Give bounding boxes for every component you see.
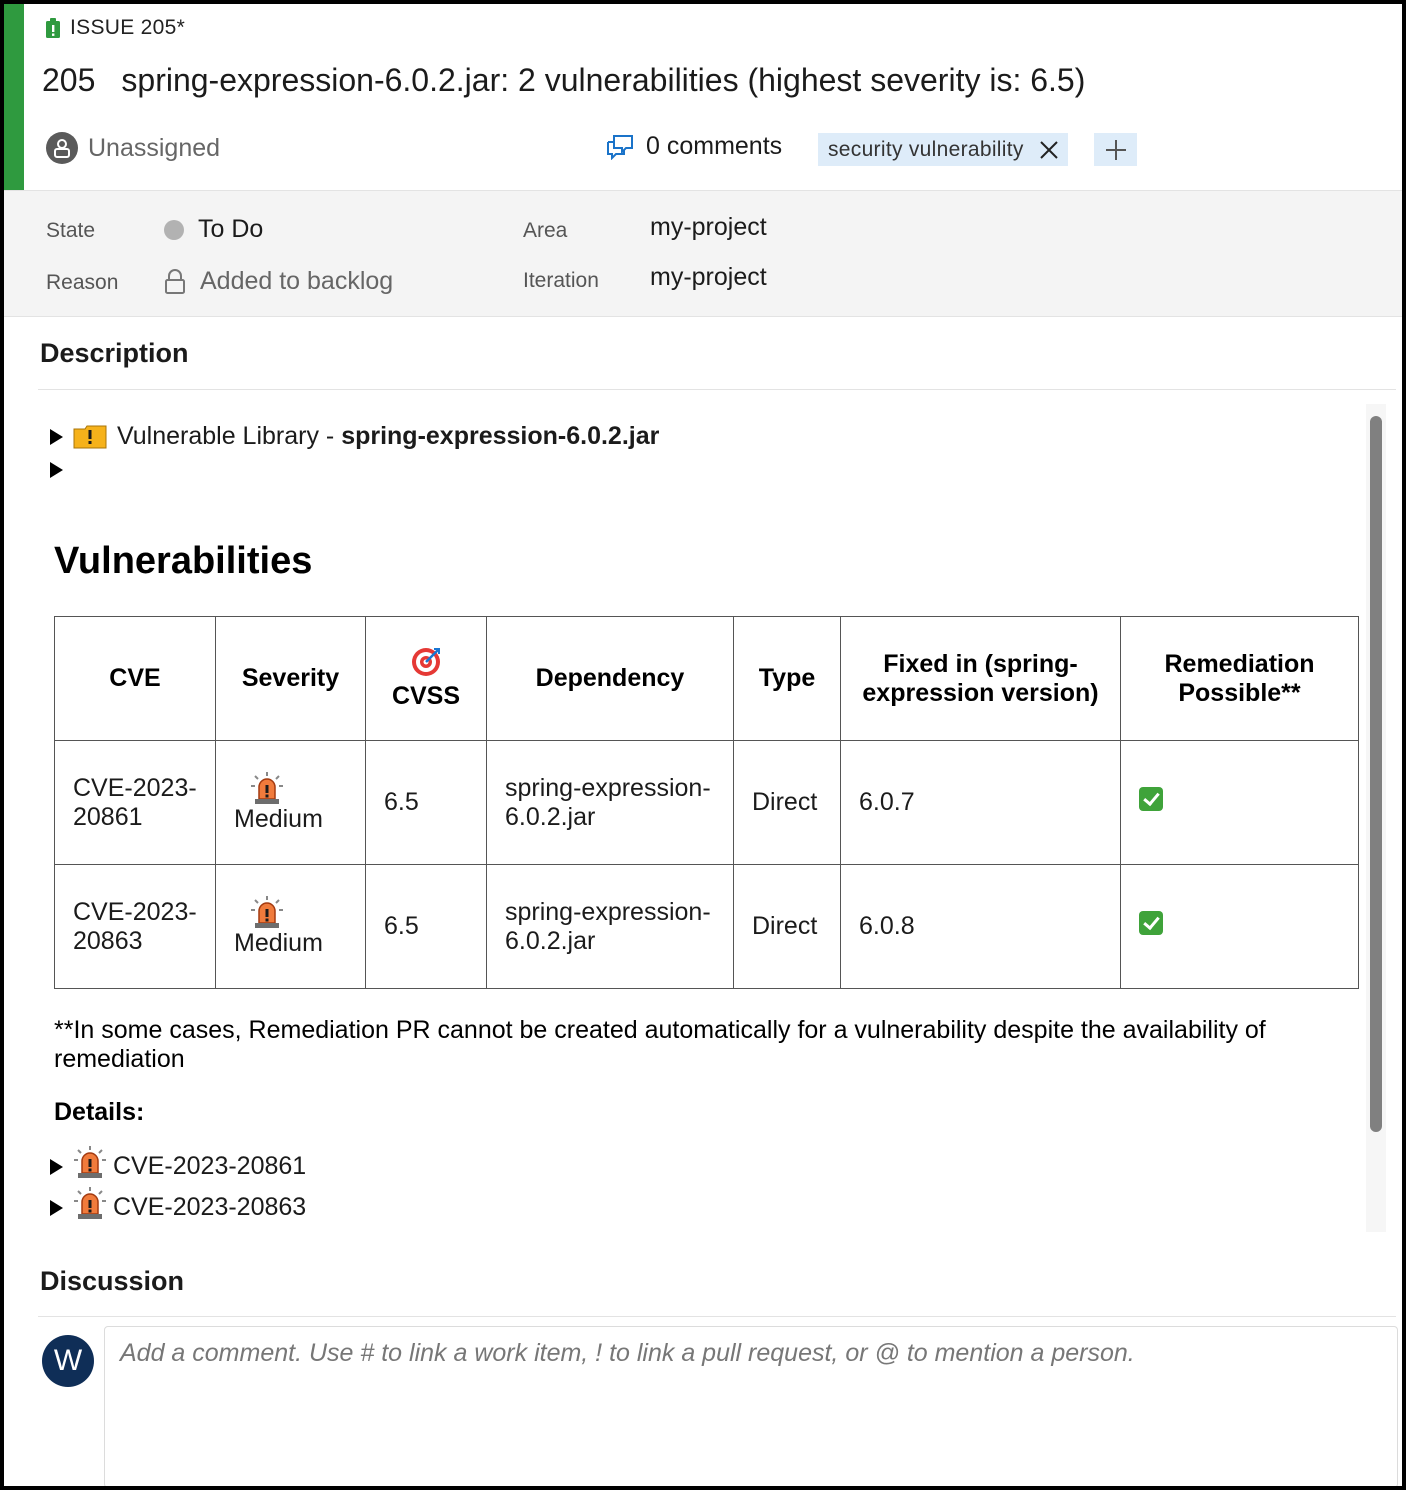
vulnerable-library-summary[interactable]: Vulnerable Library - spring-expression-6… — [50, 422, 659, 451]
siren-icon — [251, 896, 283, 928]
comments-count: 0 comments — [646, 132, 783, 160]
work-item-type-color-bar — [4, 4, 24, 190]
comments-icon — [607, 134, 633, 160]
close-icon[interactable] — [1038, 139, 1060, 161]
area-field[interactable]: my-project — [650, 213, 767, 242]
dependency-cell: spring-expression-6.0.2.jar — [486, 740, 734, 865]
collapsed-section[interactable] — [50, 460, 73, 480]
description-scrollbar[interactable] — [1366, 404, 1386, 1232]
state-indicator-icon — [164, 219, 184, 240]
area-label: Area — [523, 219, 568, 242]
state-field[interactable]: To Do — [164, 215, 263, 244]
remediation-note: **In some cases, Remediation PR cannot b… — [54, 1016, 1266, 1073]
work-item-form: ISSUE 205* 205 spring-expression-6.0.2.j… — [0, 0, 1406, 1490]
col-header-dependency: Dependency — [486, 616, 734, 741]
col-header-type: Type — [733, 616, 841, 741]
cve-details-label: CVE-2023-20861 — [113, 1152, 307, 1180]
iteration-label: Iteration — [523, 269, 599, 292]
reason-label: Reason — [46, 271, 119, 294]
fixed-in-cell: 6.0.8 — [840, 864, 1121, 989]
severity-cell: Medium — [215, 740, 366, 865]
cvss-cell: 6.5 — [365, 864, 487, 989]
discussion-divider — [38, 1316, 1396, 1317]
remediation-cell — [1120, 864, 1359, 989]
target-icon — [412, 648, 440, 676]
dependency-cell: spring-expression-6.0.2.jar — [486, 864, 734, 989]
comment-input[interactable]: Add a comment. Use # to link a work item… — [104, 1326, 1398, 1486]
cvss-cell: 6.5 — [365, 740, 487, 865]
reason-value: Added to backlog — [200, 267, 394, 295]
expand-triangle-icon[interactable] — [50, 1158, 63, 1175]
add-tag-button[interactable] — [1094, 133, 1137, 166]
iteration-field[interactable]: my-project — [650, 263, 767, 292]
assignee-label: Unassigned — [88, 133, 221, 162]
unassigned-avatar-icon — [46, 132, 78, 164]
table-header-row: CVE Severity CVSS Dependency Type Fixed … — [54, 616, 1359, 741]
cve-cell: CVE-2023-20863 — [54, 864, 216, 989]
state-value: To Do — [198, 215, 264, 243]
cve-details-item[interactable]: CVE-2023-20863 — [50, 1186, 307, 1222]
col-header-fixed-in: Fixed in (spring-expression version) — [840, 616, 1121, 741]
description-title: Description — [40, 338, 189, 368]
reason-field: Added to backlog — [164, 267, 393, 296]
table-row: CVE-2023-20863 Medium 6.5 spring-express… — [54, 864, 1359, 989]
work-item-type-label: ISSUE 205* — [70, 16, 186, 39]
col-header-remediation: Remediation Possible** — [1120, 616, 1359, 741]
comments-link[interactable]: 0 comments — [606, 132, 782, 161]
tag-security-vulnerability[interactable]: security vulnerability — [818, 133, 1068, 166]
library-name: spring-expression-6.0.2.jar — [341, 422, 660, 450]
siren-icon — [74, 1145, 106, 1178]
description-divider — [38, 389, 1396, 390]
check-icon — [1139, 787, 1163, 811]
siren-icon — [74, 1186, 106, 1219]
remediation-cell — [1120, 740, 1359, 865]
library-prefix: Vulnerable Library - — [117, 422, 342, 450]
avatar: W — [42, 1335, 94, 1387]
severity-label: Medium — [234, 805, 323, 833]
check-icon — [1139, 911, 1163, 935]
tag-label: security vulnerability — [828, 137, 1024, 161]
fixed-in-cell: 6.0.7 — [840, 740, 1121, 865]
col-header-severity: Severity — [215, 616, 366, 741]
work-item-fields: State To Do Reason Added to backlog Area… — [4, 191, 1402, 317]
comment-placeholder: Add a comment. Use # to link a work item… — [120, 1339, 1135, 1367]
expand-triangle-icon[interactable] — [50, 1199, 63, 1216]
vulnerabilities-heading: Vulnerabilities — [54, 540, 313, 582]
vulnerabilities-table: CVE Severity CVSS Dependency Type Fixed … — [54, 616, 1359, 989]
cve-details-item[interactable]: CVE-2023-20861 — [50, 1145, 307, 1181]
expand-triangle-icon[interactable] — [50, 462, 63, 478]
plus-icon — [1105, 139, 1126, 160]
expand-triangle-icon[interactable] — [50, 428, 63, 445]
type-cell: Direct — [733, 864, 841, 989]
work-item-title-row: 205 spring-expression-6.0.2.jar: 2 vulne… — [42, 62, 1085, 99]
severity-label: Medium — [234, 929, 323, 957]
state-label: State — [46, 219, 96, 242]
siren-icon — [251, 772, 283, 804]
details-title: Details: — [54, 1098, 145, 1126]
col-header-cvss-label: CVSS — [391, 682, 461, 710]
issue-icon — [46, 18, 60, 38]
assignee-picker[interactable]: Unassigned — [46, 132, 220, 164]
type-cell: Direct — [733, 740, 841, 865]
warning-icon — [73, 425, 107, 448]
severity-cell: Medium — [215, 864, 366, 989]
table-row: CVE-2023-20861 Medium 6.5 spring-express… — [54, 740, 1359, 865]
description-content[interactable]: Vulnerable Library - spring-expression-6… — [40, 404, 1386, 1232]
work-item-type: ISSUE 205* — [44, 16, 185, 40]
work-item-title[interactable]: spring-expression-6.0.2.jar: 2 vulnerabi… — [121, 62, 1085, 99]
cve-cell: CVE-2023-20861 — [54, 740, 216, 865]
scrollbar-thumb[interactable] — [1370, 416, 1382, 1132]
col-header-cvss: CVSS — [365, 616, 487, 741]
discussion-title: Discussion — [40, 1266, 185, 1296]
cve-details-label: CVE-2023-20863 — [113, 1193, 307, 1221]
work-item-id: 205 — [42, 62, 96, 98]
col-header-cve: CVE — [54, 616, 216, 741]
work-item-header: ISSUE 205* 205 spring-expression-6.0.2.j… — [4, 4, 1402, 191]
lock-icon — [165, 268, 185, 294]
